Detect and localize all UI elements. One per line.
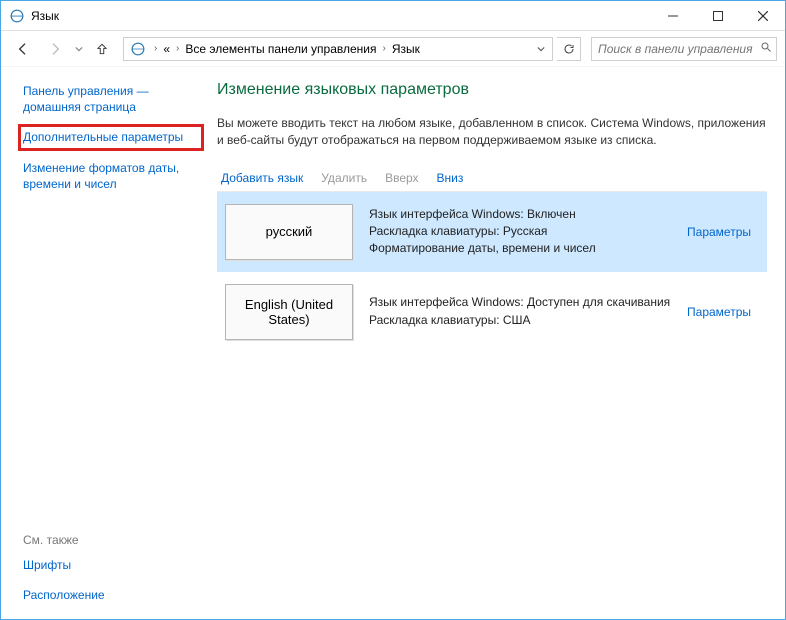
search-input[interactable]: [596, 41, 760, 57]
title-bar: Язык: [1, 1, 785, 31]
breadcrumb-root[interactable]: Все элементы панели управления: [183, 42, 378, 56]
chevron-right-icon[interactable]: ›: [150, 43, 161, 54]
sidebar-home-link[interactable]: Панель управления — домашняя страница: [23, 83, 199, 115]
add-language-button[interactable]: Добавить язык: [221, 171, 303, 185]
window-title: Язык: [31, 9, 59, 23]
language-info-line: Язык интерфейса Windows: Включен: [369, 206, 671, 223]
search-icon[interactable]: [760, 41, 772, 56]
history-dropdown[interactable]: [73, 42, 85, 56]
language-row[interactable]: русский Язык интерфейса Windows: Включен…: [217, 192, 767, 272]
language-info: Язык интерфейса Windows: Включен Расклад…: [369, 206, 671, 258]
breadcrumb-ellipsis[interactable]: «: [161, 42, 172, 56]
chevron-right-icon[interactable]: ›: [172, 43, 183, 54]
language-options-link[interactable]: Параметры: [687, 305, 759, 319]
chevron-right-icon[interactable]: ›: [379, 43, 390, 54]
maximize-button[interactable]: [695, 1, 740, 30]
language-info-line: Форматирование даты, времени и чисел: [369, 240, 671, 257]
sidebar-advanced-link[interactable]: Дополнительные параметры: [23, 129, 199, 145]
language-name: русский: [266, 224, 313, 239]
language-info-line: Язык интерфейса Windows: Доступен для ск…: [369, 294, 671, 311]
sidebar-location-link[interactable]: Расположение: [23, 587, 199, 603]
see-also-label: См. также: [23, 533, 199, 547]
breadcrumb-field[interactable]: › « › Все элементы панели управления › Я…: [123, 37, 553, 61]
up-button[interactable]: [89, 36, 115, 62]
remove-language-button[interactable]: Удалить: [321, 171, 367, 185]
page-heading: Изменение языковых параметров: [217, 81, 767, 99]
sidebar-fonts-link[interactable]: Шрифты: [23, 557, 199, 573]
language-info-line: Раскладка клавиатуры: США: [369, 312, 671, 329]
refresh-button[interactable]: [557, 37, 581, 61]
minimize-button[interactable]: [650, 1, 695, 30]
language-info: Язык интерфейса Windows: Доступен для ск…: [369, 294, 671, 329]
app-icon: [9, 8, 25, 24]
main-content: Изменение языковых параметров Вы можете …: [211, 67, 785, 619]
language-list: русский Язык интерфейса Windows: Включен…: [217, 192, 767, 352]
move-up-button[interactable]: Вверх: [385, 171, 418, 185]
back-button[interactable]: [9, 36, 37, 62]
breadcrumb-dropdown[interactable]: [532, 42, 550, 56]
address-bar: › « › Все элементы панели управления › Я…: [1, 31, 785, 67]
language-options-link[interactable]: Параметры: [687, 225, 759, 239]
page-description: Вы можете вводить текст на любом языке, …: [217, 115, 767, 149]
control-panel-icon: [130, 41, 146, 57]
search-box[interactable]: [591, 37, 777, 61]
language-tile[interactable]: English (United States): [225, 284, 353, 340]
sidebar-formats-link[interactable]: Изменение форматов даты, времени и чисел: [23, 160, 199, 192]
language-name: English (United States): [230, 297, 348, 327]
move-down-button[interactable]: Вниз: [437, 171, 464, 185]
close-button[interactable]: [740, 1, 785, 30]
language-info-line: Раскладка клавиатуры: Русская: [369, 223, 671, 240]
language-toolbar: Добавить язык Удалить Вверх Вниз: [217, 167, 767, 192]
sidebar: Панель управления — домашняя страница До…: [1, 67, 211, 619]
language-tile[interactable]: русский: [225, 204, 353, 260]
language-row[interactable]: English (United States) Язык интерфейса …: [217, 272, 767, 352]
forward-button[interactable]: [41, 36, 69, 62]
breadcrumb-leaf[interactable]: Язык: [390, 42, 422, 56]
